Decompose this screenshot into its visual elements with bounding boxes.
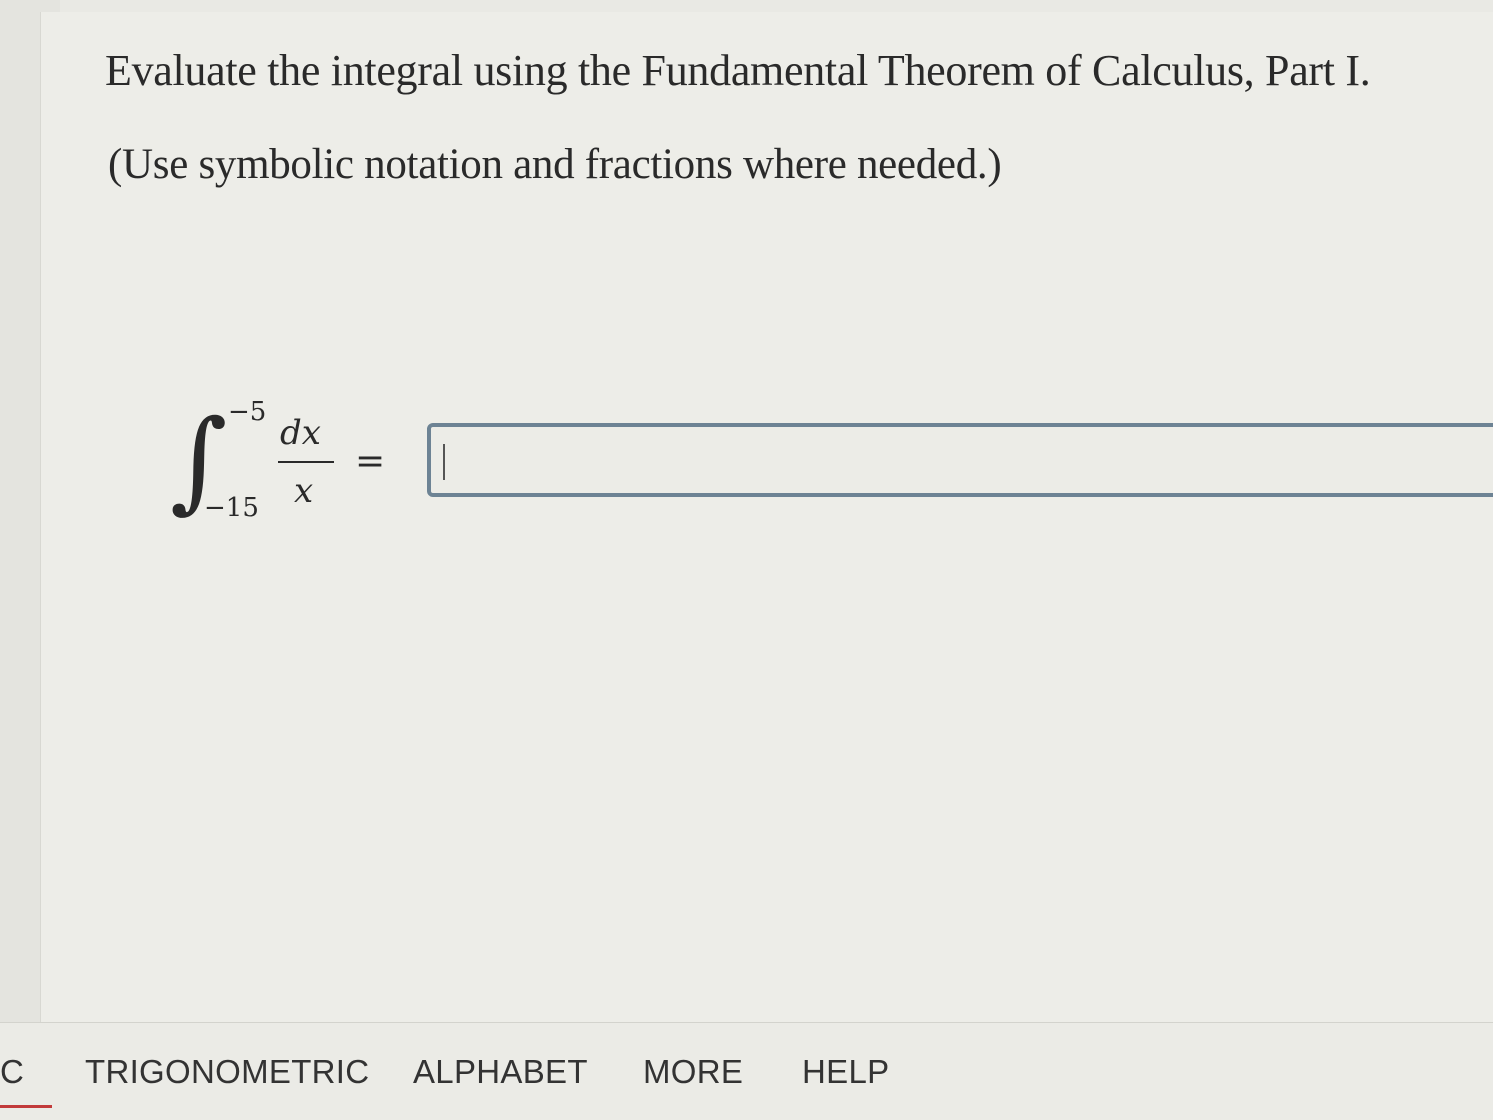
fraction-bar <box>278 461 334 463</box>
equals-sign: = <box>355 441 386 482</box>
integral-expression: ∫ −5 −15 dx x = <box>170 395 410 535</box>
math-toolbar: C TRIGONOMETRIC ALPHABET MORE HELP <box>0 1022 1493 1120</box>
tab-trigonometric[interactable]: TRIGONOMETRIC <box>85 1053 369 1091</box>
upper-limit: −5 <box>228 397 267 427</box>
tab-alphabet[interactable]: ALPHABET <box>413 1053 588 1091</box>
active-tab-underline <box>0 1105 52 1108</box>
tab-help[interactable]: HELP <box>802 1053 889 1091</box>
text-caret <box>443 444 445 480</box>
answer-input[interactable] <box>427 423 1493 497</box>
tab-more[interactable]: MORE <box>643 1053 743 1091</box>
question-instruction: (Use symbolic notation and fractions whe… <box>108 141 1002 188</box>
screen: Evaluate the integral using the Fundamen… <box>0 0 1493 1120</box>
lower-limit: −15 <box>204 493 259 523</box>
question-prompt: Evaluate the integral using the Fundamen… <box>105 46 1371 95</box>
fraction-numerator: dx <box>280 413 321 453</box>
tab-c[interactable]: C <box>0 1053 24 1091</box>
fraction-denominator: x <box>294 471 314 511</box>
